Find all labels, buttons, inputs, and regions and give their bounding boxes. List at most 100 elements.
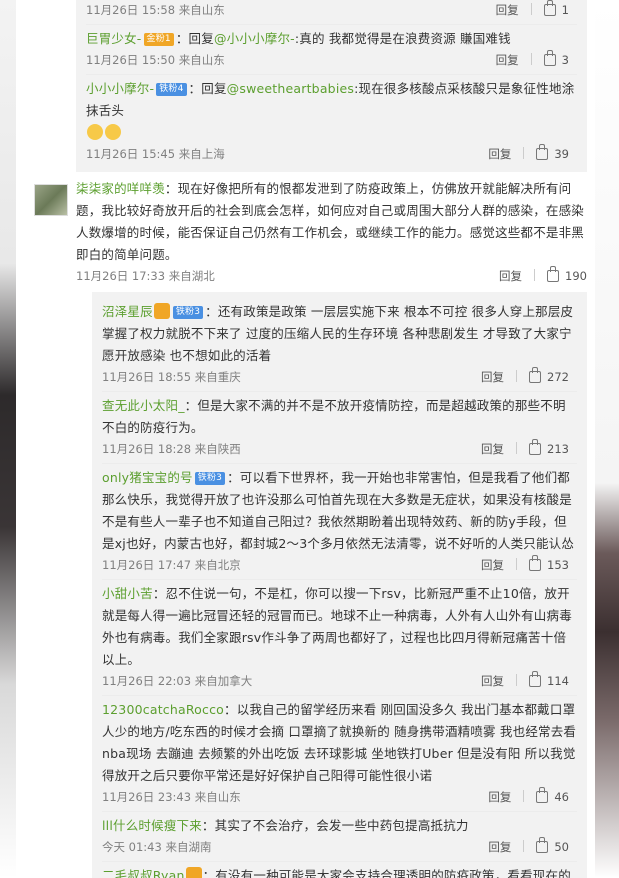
reply-actions: 回复 3 bbox=[496, 50, 569, 70]
reply-thread-top: 11月26日 15:58 来自山东 回复 1 巨胃少女- 金粉1 ：回复@小小小摩尔-… bbox=[76, 0, 587, 172]
like-count: 272 bbox=[547, 370, 569, 384]
reply-meta: 11月26日 22:03 来自加拿大 回复 114 bbox=[102, 671, 577, 691]
reply-time: 11月26日 18:55 来自重庆 bbox=[102, 370, 241, 384]
mention-link[interactable]: @小小小摩尔- bbox=[214, 31, 295, 46]
reply-button[interactable]: 回复 bbox=[496, 50, 519, 70]
reply-meta: 11月26日 15:50 来自山东 回复 3 bbox=[86, 50, 577, 70]
reply-item: lll什么时候瘦下来：其实了不会治疗，会发一些中药包提高抵抗力 今天 01:43… bbox=[102, 812, 577, 862]
thumbs-up-emoji-icon bbox=[105, 124, 121, 140]
reply-meta: 11月26日 23:43 来自山东 回复 46 bbox=[102, 787, 577, 807]
reply-time: 11月26日 18:28 来自陕西 bbox=[102, 442, 241, 456]
divider bbox=[516, 442, 518, 454]
reply-button[interactable]: 回复 bbox=[499, 266, 522, 286]
reply-text: 沼泽星辰 铁粉3 ：还有政策是政策 一层层实施下来 根本不可控 很多人穿上那层皮掌握… bbox=[102, 301, 577, 367]
reply-item: 查无此小太阳_：但是大家不满的并不是不放开疫情防控，而是超越政策的那些不明不白的… bbox=[102, 392, 577, 464]
reply-meta: 今天 01:43 来自湖南 回复 50 bbox=[102, 837, 577, 857]
avatar[interactable] bbox=[34, 184, 68, 216]
reply-body: ：忍不住说一句，不是杠，你可以搜一下rsv，比新冠严重不止10倍，放开就是每人得… bbox=[102, 586, 572, 667]
reply-actions: 回复 213 bbox=[481, 439, 569, 459]
reply-username[interactable]: 小甜小苦 bbox=[102, 586, 153, 601]
comment-meta: 11月26日 17:33 来自湖北 回复 190 bbox=[76, 266, 595, 286]
reply-username[interactable]: 巨胃少女- bbox=[86, 31, 142, 46]
like-icon[interactable] bbox=[547, 266, 560, 282]
reply-time: 11月26日 15:50 来自山东 bbox=[86, 53, 225, 67]
comment-text: 柒柒家的咩咩羡：现在好像把所有的恨都发泄到了防疫政策上，仿佛放开就能解决所有问题… bbox=[76, 178, 595, 266]
reply-meta: 11月26日 18:55 来自重庆 回复 272 bbox=[102, 367, 577, 387]
like-count: 46 bbox=[554, 790, 569, 804]
reply-button[interactable]: 回复 bbox=[481, 555, 504, 575]
like-icon[interactable] bbox=[529, 555, 542, 571]
reply-meta: 11月26日 17:47 来自北京 回复 153 bbox=[102, 555, 577, 575]
reply-username[interactable]: lll什么时候瘦下来 bbox=[102, 818, 202, 833]
like-icon[interactable] bbox=[543, 50, 556, 66]
reply-username[interactable]: only猪宝宝的号 bbox=[102, 470, 193, 485]
like-count: 190 bbox=[565, 269, 587, 283]
reply-actions: 回复 114 bbox=[481, 671, 569, 691]
reply-actions: 回复 153 bbox=[481, 555, 569, 575]
reply-time: 11月26日 15:45 来自上海 bbox=[86, 147, 225, 161]
reply-username[interactable]: 12300catchaRocco bbox=[102, 702, 224, 717]
divider bbox=[523, 840, 525, 852]
divider bbox=[516, 558, 518, 570]
reply-time: 11月26日 22:03 来自加拿大 bbox=[102, 674, 253, 688]
reply-item: 11月26日 15:58 来自山东 回复 1 bbox=[86, 0, 577, 25]
crown-icon bbox=[153, 303, 170, 319]
reply-button[interactable]: 回复 bbox=[496, 0, 519, 20]
reply-text: 二毛叔叔Ryan：有没有一种可能是大家会支持合理透明的防疫政策，看看现在的政府都… bbox=[102, 865, 577, 878]
like-count: 153 bbox=[547, 558, 569, 572]
like-count: 50 bbox=[554, 840, 569, 854]
reply-actions: 回复 272 bbox=[481, 367, 569, 387]
divider bbox=[516, 674, 518, 686]
fan-badge: 铁粉3 bbox=[172, 306, 204, 319]
reply-text: 12300catchaRocco：以我自己的留学经历来看 刚回国没多久 我出门基… bbox=[102, 699, 577, 787]
reply-text: 查无此小太阳_：但是大家不满的并不是不放开疫情防控，而是超越政策的那些不明不白的… bbox=[102, 395, 577, 439]
reply-text: 小小小摩尔- 铁粉4 ：回复@sweetheartbabies:现在很多核酸点采核酸… bbox=[86, 78, 577, 122]
reply-username[interactable]: 沼泽星辰 bbox=[102, 304, 153, 319]
reply-time: 今天 01:43 来自湖南 bbox=[102, 840, 212, 854]
like-icon[interactable] bbox=[536, 144, 549, 160]
reply-meta: 11月26日 15:45 来自上海 回复 39 bbox=[86, 144, 577, 164]
like-icon[interactable] bbox=[536, 837, 549, 853]
like-icon[interactable] bbox=[536, 787, 549, 803]
background-photo-left-edge bbox=[0, 0, 16, 878]
reply-text: only猪宝宝的号 铁粉3 ：可以看下世界杯，我一开始也非常害怕，但是我看了他们都那… bbox=[102, 467, 577, 555]
reply-button[interactable]: 回复 bbox=[481, 671, 504, 691]
crown-icon bbox=[185, 867, 202, 878]
reply-body: ：其实了不会治疗，会发一些中药包提高抵抗力 bbox=[201, 818, 469, 833]
reply-item: 巨胃少女- 金粉1 ：回复@小小小摩尔-:真的 我都觉得是在浪费资源 賺国难钱 11… bbox=[86, 25, 577, 75]
reply-time: 11月26日 15:58 来自山东 bbox=[86, 3, 225, 17]
reply-username[interactable]: 小小小摩尔- bbox=[86, 81, 154, 96]
reply-prefix: ：回复 bbox=[188, 81, 227, 96]
reply-actions: 回复 39 bbox=[488, 144, 569, 164]
like-count: 213 bbox=[547, 442, 569, 456]
fan-badge: 铁粉3 bbox=[194, 472, 226, 485]
reply-button[interactable]: 回复 bbox=[488, 837, 511, 857]
divider bbox=[530, 53, 532, 65]
reply-button[interactable]: 回复 bbox=[488, 787, 511, 807]
fan-badge: 金粉1 bbox=[143, 33, 174, 46]
divider bbox=[530, 3, 532, 15]
reply-button[interactable]: 回复 bbox=[488, 144, 511, 164]
divider bbox=[516, 370, 518, 382]
like-icon[interactable] bbox=[529, 439, 542, 455]
like-icon[interactable] bbox=[543, 0, 556, 16]
reply-username[interactable]: 二毛叔叔Ryan bbox=[102, 868, 185, 878]
reply-actions: 回复 1 bbox=[496, 0, 569, 20]
comment-item: 柒柒家的咩咩羡：现在好像把所有的恨都发泄到了防疫政策上，仿佛放开就能解决所有问题… bbox=[16, 172, 595, 292]
reply-button[interactable]: 回复 bbox=[481, 367, 504, 387]
fan-badge: 铁粉4 bbox=[156, 83, 187, 96]
comment-username[interactable]: 柒柒家的咩咩羡 bbox=[76, 181, 165, 196]
reply-text: 巨胃少女- 金粉1 ：回复@小小小摩尔-:真的 我都觉得是在浪费资源 賺国难钱 bbox=[86, 28, 577, 50]
reply-username[interactable]: 查无此小太阳_ bbox=[102, 398, 185, 413]
reply-item: 沼泽星辰 铁粉3 ：还有政策是政策 一层层实施下来 根本不可控 很多人穿上那层皮掌握… bbox=[102, 298, 577, 392]
divider bbox=[523, 147, 525, 159]
reply-button[interactable]: 回复 bbox=[481, 439, 504, 459]
reply-text: lll什么时候瘦下来：其实了不会治疗，会发一些中药包提高抵抗力 bbox=[102, 815, 577, 837]
like-icon[interactable] bbox=[529, 367, 542, 383]
like-icon[interactable] bbox=[529, 671, 542, 687]
mention-link[interactable]: @sweetheartbabies bbox=[227, 81, 354, 96]
reply-prefix: ：回复 bbox=[175, 31, 214, 46]
comment-feed[interactable]: 11月26日 15:58 来自山东 回复 1 巨胃少女- 金粉1 ：回复@小小小摩尔-… bbox=[16, 0, 595, 878]
like-count: 3 bbox=[561, 53, 569, 67]
divider bbox=[534, 269, 536, 281]
